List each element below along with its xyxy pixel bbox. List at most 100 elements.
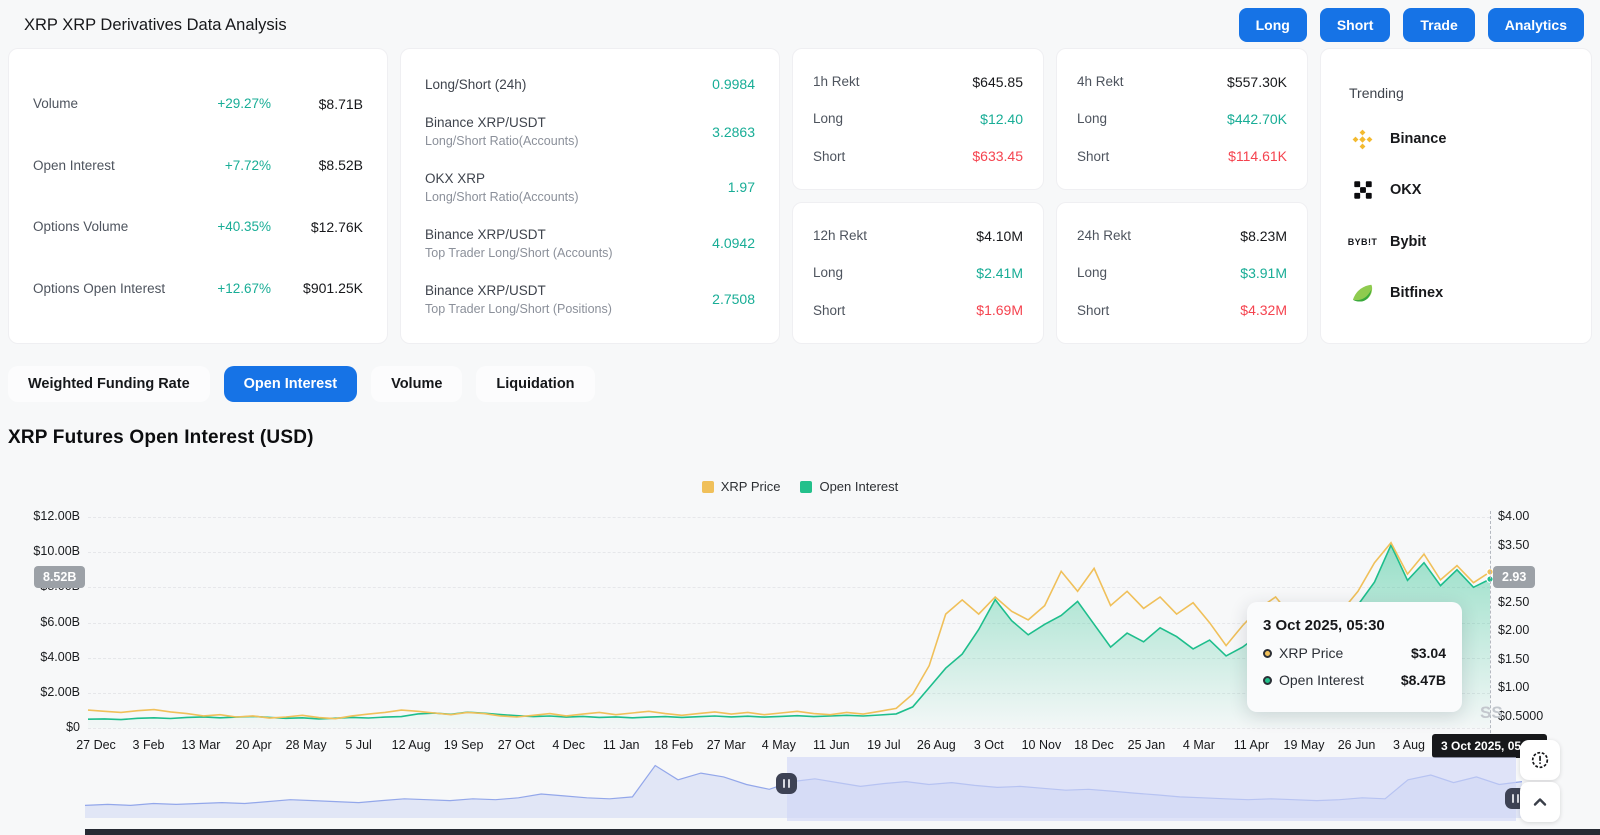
chart-legend: XRP Price Open Interest xyxy=(0,479,1600,494)
scroll-top-button[interactable] xyxy=(1520,782,1560,822)
tab-liquidation[interactable]: Liquidation xyxy=(476,366,594,402)
stat-label: Options Volume xyxy=(33,219,181,234)
stat-row-options-volume: Options Volume +40.35% $12.76K xyxy=(33,219,363,235)
legend-item-open-interest[interactable]: Open Interest xyxy=(800,479,898,494)
rekt-long-label: Long xyxy=(1077,265,1107,280)
stat-value: $901.25K xyxy=(271,280,363,296)
rekt-card-4h: 4h Rekt $557.30K Long $442.70K Short $11… xyxy=(1056,48,1308,190)
stat-label: Volume xyxy=(33,96,181,111)
legend-item-xrp-price[interactable]: XRP Price xyxy=(702,479,781,494)
rekt-card-1h: 1h Rekt $645.85 Long $12.40 Short $633.4… xyxy=(792,48,1044,190)
navigator-handle-left[interactable] xyxy=(776,773,797,794)
rekt-long-value: $3.91M xyxy=(1240,265,1287,281)
chart-tabs: Weighted Funding Rate Open Interest Volu… xyxy=(0,344,1600,402)
exchange-name: OKX xyxy=(1390,182,1421,198)
stat-row-options-open-interest: Options Open Interest +12.67% $901.25K xyxy=(33,280,363,296)
ratio-label: Binance XRP/USDT xyxy=(425,227,675,242)
stat-value: $8.52B xyxy=(271,157,363,173)
tooltip-series-name: Open Interest xyxy=(1279,672,1401,688)
ratio-value: 3.2863 xyxy=(675,124,755,140)
ratio-label: Binance XRP/USDT xyxy=(425,115,675,130)
pause-icon xyxy=(1512,794,1514,803)
feedback-badge-icon xyxy=(1529,749,1551,771)
left-axis-badge: 8.52B xyxy=(34,566,85,588)
stat-row-volume: Volume +29.27% $8.71B xyxy=(33,96,363,112)
stats-card: Volume +29.27% $8.71B Open Interest +7.7… xyxy=(8,48,388,344)
ratio-row: Binance XRP/USDT Top Trader Long/Short (… xyxy=(425,283,755,316)
stat-change: +12.67% xyxy=(181,281,271,296)
ratio-row: Binance XRP/USDT Top Trader Long/Short (… xyxy=(425,227,755,260)
ratio-row: OKX XRP Long/Short Ratio(Accounts) 1.97 xyxy=(425,171,755,204)
open-interest-dot-icon xyxy=(1263,676,1272,685)
chart-title: XRP Futures Open Interest (USD) xyxy=(8,427,314,449)
rekt-card-24h: 24h Rekt $8.23M Long $3.91M Short $4.32M xyxy=(1056,202,1308,344)
legend-swatch-green xyxy=(800,481,812,493)
trending-item-bitfinex[interactable]: Bitfinex xyxy=(1349,280,1563,307)
trade-button[interactable]: Trade xyxy=(1403,8,1474,42)
bottom-bar xyxy=(85,829,1600,835)
tooltip-series-value: $3.04 xyxy=(1411,645,1446,661)
rekt-short-label: Short xyxy=(813,303,845,318)
binance-icon xyxy=(1349,126,1376,153)
chevron-up-icon xyxy=(1529,791,1551,813)
analytics-button[interactable]: Analytics xyxy=(1488,8,1584,42)
pause-icon xyxy=(783,779,785,788)
rekt-title: 24h Rekt xyxy=(1077,228,1131,243)
feedback-button[interactable] xyxy=(1520,740,1560,780)
ratio-label: Long/Short (24h) xyxy=(425,77,675,92)
short-button[interactable]: Short xyxy=(1320,8,1391,42)
rekt-title: 1h Rekt xyxy=(813,74,860,89)
exchange-name: Bitfinex xyxy=(1390,285,1443,301)
ratio-value: 1.97 xyxy=(675,179,755,195)
exchange-name: Bybit xyxy=(1390,234,1426,250)
rekt-long-label: Long xyxy=(1077,111,1107,126)
rekt-short-label: Short xyxy=(1077,149,1109,164)
trending-item-okx[interactable]: OKX xyxy=(1349,177,1563,204)
legend-swatch-yellow xyxy=(702,481,714,493)
okx-icon xyxy=(1349,177,1376,204)
rekt-card-12h: 12h Rekt $4.10M Long $2.41M Short $1.69M xyxy=(792,202,1044,344)
tooltip-series-value: $8.47B xyxy=(1401,672,1446,688)
trending-card: Trending Binance xyxy=(1320,48,1592,344)
ratio-sublabel: Long/Short Ratio(Accounts) xyxy=(425,190,675,204)
bybit-logo-text: BYB!T xyxy=(1348,237,1378,247)
stat-value: $12.76K xyxy=(271,219,363,235)
rekt-title: 4h Rekt xyxy=(1077,74,1124,89)
stat-change: +7.72% xyxy=(181,158,271,173)
rekt-total: $645.85 xyxy=(972,74,1023,90)
legend-label: Open Interest xyxy=(819,479,898,494)
trending-title: Trending xyxy=(1349,85,1563,101)
tooltip-title: 3 Oct 2025, 05:30 xyxy=(1263,617,1446,634)
stat-label: Open Interest xyxy=(33,158,181,173)
ratio-sublabel: Long/Short Ratio(Accounts) xyxy=(425,134,675,148)
long-button[interactable]: Long xyxy=(1239,8,1307,42)
ratio-label: OKX XRP xyxy=(425,171,675,186)
trending-item-binance[interactable]: Binance xyxy=(1349,126,1563,153)
rekt-long-value: $12.40 xyxy=(980,111,1023,127)
header-actions: Long Short Trade Analytics xyxy=(1239,8,1584,42)
tooltip-row: XRP Price $3.04 xyxy=(1263,645,1446,661)
open-interest-chart[interactable]: $12.00B$10.00B$8.00B$6.00B$4.00B$2.00B$0… xyxy=(0,505,1600,835)
ratio-sublabel: Top Trader Long/Short (Positions) xyxy=(425,302,675,316)
tab-open-interest[interactable]: Open Interest xyxy=(224,366,357,402)
tooltip-row: Open Interest $8.47B xyxy=(1263,672,1446,688)
tab-weighted-funding-rate[interactable]: Weighted Funding Rate xyxy=(8,366,210,402)
rekt-short-value: $1.69M xyxy=(976,302,1023,318)
ratio-row: Long/Short (24h) 0.9984 xyxy=(425,76,755,92)
stat-row-open-interest: Open Interest +7.72% $8.52B xyxy=(33,157,363,173)
header: XRP XRP Derivatives Data Analysis Long S… xyxy=(0,0,1600,48)
rekt-long-label: Long xyxy=(813,265,843,280)
stat-change: +40.35% xyxy=(181,219,271,234)
rekt-long-value: $442.70K xyxy=(1227,111,1287,127)
long-short-ratio-card: Long/Short (24h) 0.9984 Binance XRP/USDT… xyxy=(400,48,780,344)
tab-volume[interactable]: Volume xyxy=(371,366,462,402)
rekt-cards-grid: 1h Rekt $645.85 Long $12.40 Short $633.4… xyxy=(792,48,1308,344)
ratio-sublabel: Top Trader Long/Short (Accounts) xyxy=(425,246,675,260)
trending-item-bybit[interactable]: BYB!T Bybit xyxy=(1349,228,1563,255)
xrp-price-dot-icon xyxy=(1263,649,1272,658)
navigator-selection[interactable] xyxy=(787,757,1516,821)
rekt-total: $557.30K xyxy=(1227,74,1287,90)
stat-label: Options Open Interest xyxy=(33,281,181,296)
rekt-short-value: $4.32M xyxy=(1240,302,1287,318)
bitfinex-icon xyxy=(1349,280,1376,307)
